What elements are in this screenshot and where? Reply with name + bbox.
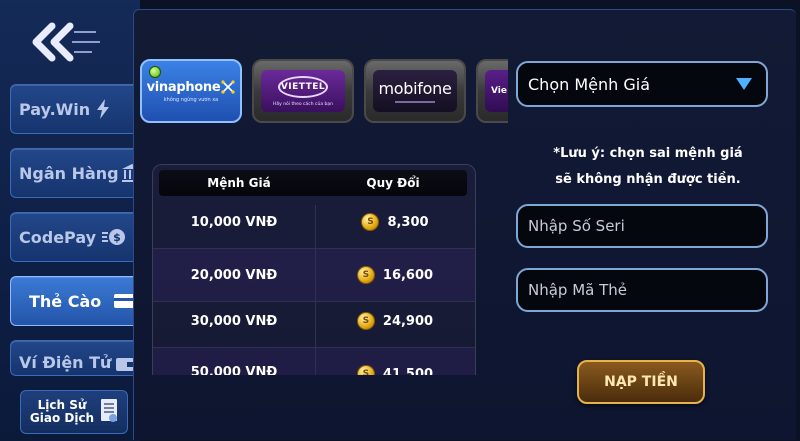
warning-note-line1: *Lưu ý: chọn sai mệnh giá bbox=[553, 146, 743, 161]
provider-partial[interactable]: Vie bbox=[476, 59, 508, 123]
top-up-button-label: NẠP TIỀN bbox=[604, 374, 678, 390]
lightning-icon bbox=[96, 99, 110, 119]
card-code-input[interactable] bbox=[516, 268, 768, 312]
sidebar-item-label: Ngân Hàng bbox=[19, 163, 119, 183]
card-icon bbox=[113, 293, 135, 309]
header-exchange: Quy Đổi bbox=[366, 176, 420, 190]
provider-list: vinaphone không ngừng vươn xa VIETTEL Hã… bbox=[140, 59, 508, 124]
receipt-icon bbox=[100, 398, 118, 427]
partial-provider-logo: Vie bbox=[485, 70, 508, 112]
row-exchange-cell: S 41,500 bbox=[315, 365, 475, 375]
provider-mobifone[interactable]: mobifone bbox=[364, 59, 466, 123]
provider-name: mobifone bbox=[378, 79, 452, 98]
table-row: 30,000 VNĐ S 24,900 bbox=[153, 295, 475, 347]
row-exchange: 8,300 bbox=[387, 214, 429, 230]
sidebar-item-the-cao[interactable]: Thẻ Cào bbox=[10, 276, 135, 326]
transaction-history-button[interactable]: Lịch Sử Giao Dịch bbox=[20, 390, 128, 434]
coin-icon: S bbox=[356, 312, 375, 330]
row-denomination: 30,000 VNĐ bbox=[190, 313, 278, 329]
dropdown-arrow-icon bbox=[736, 78, 752, 90]
viettel-logo: VIETTEL Hãy nói theo cách của bạn bbox=[261, 70, 345, 112]
row-denomination: 20,000 VNĐ bbox=[190, 267, 278, 283]
provider-name: vinaphone bbox=[146, 79, 221, 95]
sidebar-item-vi-dien-tu[interactable]: Ví Điện Tử bbox=[10, 340, 134, 376]
sidebar-item-bank[interactable]: Ngân Hàng bbox=[10, 148, 142, 198]
row-exchange: 24,900 bbox=[382, 313, 434, 329]
row-exchange: 16,600 bbox=[382, 267, 434, 283]
rates-table: Mệnh Giá Quy Đổi 10,000 VNĐ S 8,300 20,0… bbox=[152, 164, 476, 375]
history-label-line2: Giao Dịch bbox=[29, 411, 95, 425]
provider-viettel[interactable]: VIETTEL Hãy nói theo cách của bạn bbox=[252, 59, 354, 123]
dollar-coin-icon: $ bbox=[102, 227, 126, 247]
provider-vinaphone[interactable]: vinaphone không ngừng vươn xa bbox=[140, 59, 242, 123]
table-row: 10,000 VNĐ S 8,300 bbox=[153, 196, 475, 248]
back-button[interactable] bbox=[26, 20, 102, 64]
selected-indicator-icon bbox=[149, 66, 161, 78]
coin-icon: S bbox=[361, 213, 380, 231]
mobifone-underline bbox=[395, 101, 435, 103]
double-chevron-left-icon bbox=[32, 22, 100, 62]
row-exchange: 41,500 bbox=[382, 366, 434, 376]
provider-tagline: Hãy nói theo cách của bạn bbox=[272, 101, 334, 107]
sidebar-item-paywin[interactable]: Pay.Win bbox=[10, 84, 134, 134]
sidebar-item-label: Ví Điện Tử bbox=[19, 353, 112, 372]
svg-text:$: $ bbox=[113, 231, 121, 244]
provider-tagline: không ngừng vươn xa bbox=[163, 96, 219, 103]
row-denomination: 50,000 VNĐ bbox=[190, 365, 278, 375]
sidebar-item-label: Pay.Win bbox=[19, 99, 91, 119]
serial-input[interactable] bbox=[516, 204, 768, 248]
table-header: Mệnh Giá Quy Đổi bbox=[159, 170, 467, 196]
sidebar-item-label: Thẻ Cào bbox=[29, 291, 102, 311]
vinaphone-star-icon bbox=[221, 80, 236, 94]
coin-icon: S bbox=[356, 266, 375, 284]
sidebar: Pay.Win Ngân Hàng CodePay $ Thẻ Cào Ví Đ… bbox=[0, 0, 142, 441]
row-exchange-cell: S 8,300 bbox=[315, 213, 475, 231]
row-denomination: 10,000 VNĐ bbox=[190, 214, 278, 230]
coin-icon: S bbox=[356, 365, 375, 375]
table-row: 20,000 VNĐ S 16,600 bbox=[153, 249, 475, 301]
mobifone-logo: mobifone bbox=[373, 70, 457, 112]
row-exchange-cell: S 24,900 bbox=[315, 312, 475, 330]
table-row: 50,000 VNĐ S 41,500 bbox=[153, 347, 475, 375]
sidebar-item-label: CodePay bbox=[19, 227, 97, 247]
warning-note: *Lưu ý: chọn sai mệnh giá sẽ không nhận … bbox=[520, 141, 776, 193]
sidebar-item-codepay[interactable]: CodePay $ bbox=[10, 212, 134, 262]
provider-name: VIETTEL bbox=[280, 81, 326, 92]
row-exchange-cell: S 16,600 bbox=[315, 266, 475, 284]
wallet-icon bbox=[115, 356, 134, 372]
warning-note-line2: sẽ không nhận được tiền. bbox=[555, 172, 741, 187]
top-up-button[interactable]: NẠP TIỀN bbox=[577, 360, 705, 404]
provider-name: Vie bbox=[491, 86, 507, 96]
denomination-select[interactable]: Chọn Mệnh Giá bbox=[516, 61, 768, 107]
denomination-select-label: Chọn Mệnh Giá bbox=[528, 74, 650, 94]
header-denomination: Mệnh Giá bbox=[207, 176, 271, 190]
